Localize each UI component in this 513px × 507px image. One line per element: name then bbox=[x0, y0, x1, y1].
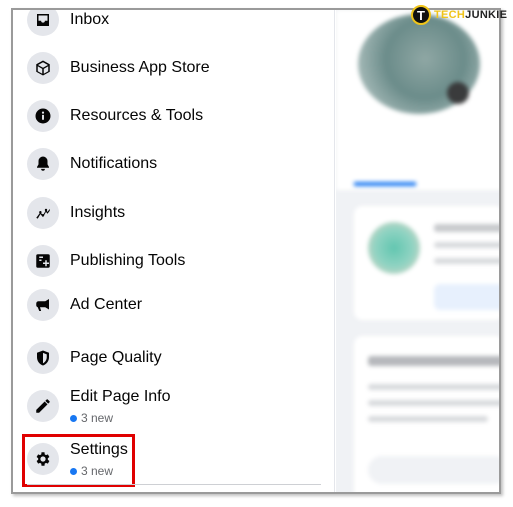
card-title-line bbox=[368, 356, 499, 366]
sidebar-item-label: Insights bbox=[70, 204, 126, 221]
start-card bbox=[354, 206, 499, 320]
pencil-icon bbox=[27, 390, 59, 422]
sidebar-item-edit-page-info[interactable]: Edit Page Info 3 new bbox=[13, 380, 335, 432]
techjunkie-watermark: T TECHJUNKIE bbox=[411, 5, 507, 25]
cube-icon bbox=[27, 52, 59, 84]
sidebar-item-label: Edit Page Info bbox=[70, 388, 171, 405]
card-button bbox=[434, 284, 499, 310]
sidebar-divider bbox=[27, 484, 321, 485]
active-tab-indicator bbox=[354, 182, 416, 186]
card-text-line bbox=[434, 242, 499, 248]
sidebar-item-label: Resources & Tools bbox=[70, 107, 204, 124]
sidebar-item-business-app-store[interactable]: Business App Store bbox=[13, 44, 335, 92]
card-text-line bbox=[434, 224, 499, 232]
blurred-layer bbox=[336, 10, 499, 492]
settings-highlight-box bbox=[22, 434, 135, 487]
inbox-icon bbox=[27, 10, 59, 36]
card-text-line bbox=[434, 258, 499, 264]
invite-friends-card bbox=[354, 336, 499, 492]
friend-search-box bbox=[368, 456, 499, 484]
page-sidebar: Inbox Business App Store Resources & Too… bbox=[13, 10, 335, 492]
app-frame: Inbox Business App Store Resources & Too… bbox=[11, 8, 501, 494]
sidebar-item-insights[interactable]: Insights bbox=[13, 189, 335, 237]
insights-icon bbox=[27, 197, 59, 229]
sidebar-item-label: Publishing Tools bbox=[70, 252, 186, 269]
megaphone-icon bbox=[27, 289, 59, 321]
publishing-icon bbox=[27, 245, 59, 277]
sidebar-item-ad-center[interactable]: Ad Center bbox=[13, 281, 335, 329]
sidebar-item-publishing-tools[interactable]: Publishing Tools bbox=[13, 237, 335, 285]
sidebar-item-label: Page Quality bbox=[70, 349, 162, 366]
unread-dot bbox=[70, 414, 77, 422]
camera-icon bbox=[447, 82, 469, 104]
sidebar-item-label: Business App Store bbox=[70, 59, 210, 76]
badge-text: 3 new bbox=[81, 411, 114, 425]
watermark-logo-mark: T bbox=[411, 5, 431, 25]
bell-icon bbox=[27, 148, 59, 180]
card-text-line bbox=[368, 416, 488, 422]
new-count-badge: 3 new bbox=[70, 411, 113, 425]
sidebar-item-resources-tools[interactable]: Resources & Tools bbox=[13, 92, 335, 140]
card-text-line bbox=[368, 384, 499, 390]
card-text-line bbox=[368, 400, 499, 406]
page-content-blurred bbox=[336, 10, 499, 492]
shield-icon bbox=[27, 342, 59, 374]
sidebar-item-label: Notifications bbox=[70, 155, 158, 172]
sidebar-item-label: Ad Center bbox=[70, 296, 143, 313]
card-illustration bbox=[368, 222, 420, 274]
sidebar-item-inbox[interactable]: Inbox bbox=[13, 10, 335, 44]
info-icon bbox=[27, 100, 59, 132]
sidebar-item-label: Inbox bbox=[70, 11, 110, 28]
sidebar-item-page-quality[interactable]: Page Quality bbox=[13, 334, 335, 382]
watermark-text: TECHJUNKIE bbox=[434, 9, 508, 21]
sidebar-item-notifications[interactable]: Notifications bbox=[13, 140, 335, 188]
